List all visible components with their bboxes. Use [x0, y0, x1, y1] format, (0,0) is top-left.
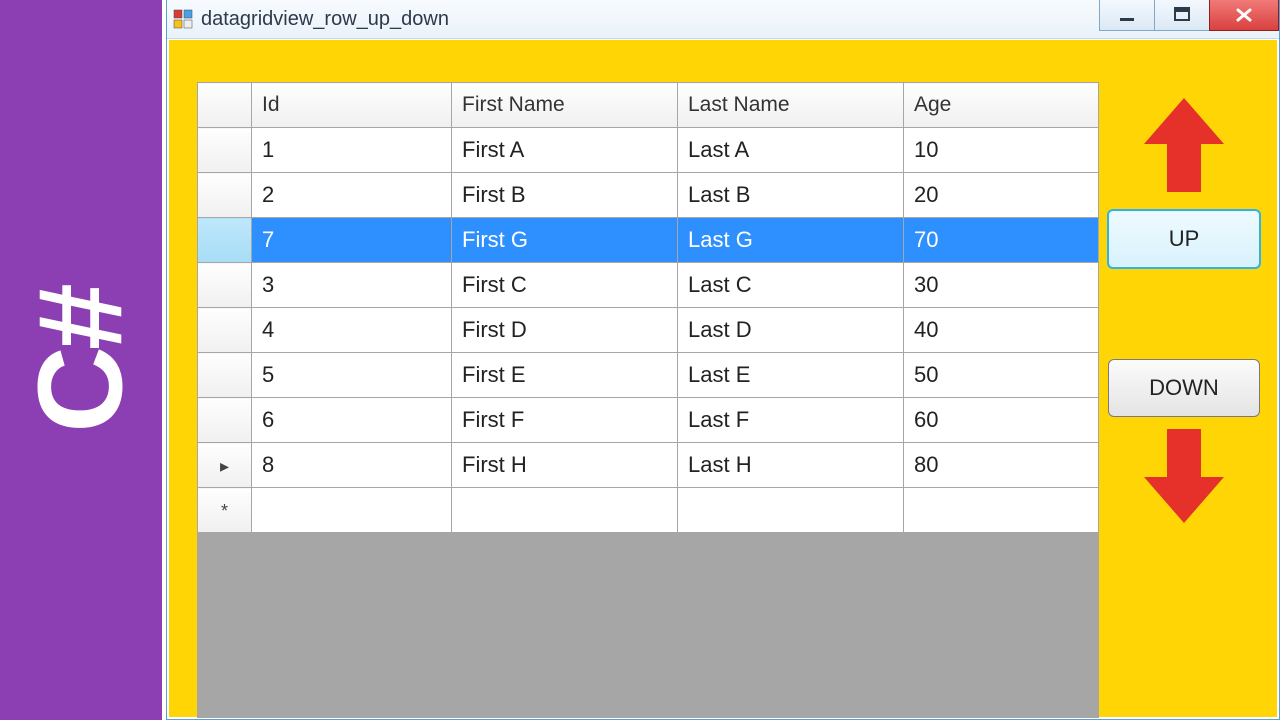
- row-header[interactable]: *: [198, 488, 252, 533]
- row-header[interactable]: [198, 173, 252, 218]
- table-row[interactable]: 1First ALast A10: [198, 128, 1099, 173]
- cell-age[interactable]: 20: [904, 173, 1099, 218]
- cell-last[interactable]: Last C: [678, 263, 904, 308]
- client-area: Id First Name Last Name Age 1First ALast…: [169, 40, 1277, 717]
- cell-age[interactable]: 10: [904, 128, 1099, 173]
- row-header[interactable]: [198, 263, 252, 308]
- datagrid[interactable]: Id First Name Last Name Age 1First ALast…: [197, 82, 1099, 718]
- maximize-icon: [1173, 6, 1191, 24]
- row-header[interactable]: [198, 353, 252, 398]
- row-header[interactable]: [198, 308, 252, 353]
- cell-last[interactable]: Last F: [678, 398, 904, 443]
- up-button[interactable]: UP: [1107, 209, 1261, 269]
- col-id[interactable]: Id: [252, 83, 452, 128]
- close-icon: [1233, 6, 1255, 24]
- cell-last[interactable]: Last D: [678, 308, 904, 353]
- row-header[interactable]: [198, 128, 252, 173]
- arrow-down-icon: [1139, 425, 1229, 530]
- down-button[interactable]: DOWN: [1108, 359, 1260, 417]
- arrow-up-icon: [1139, 96, 1229, 201]
- col-firstname[interactable]: First Name: [452, 83, 678, 128]
- table-row[interactable]: *: [198, 488, 1099, 533]
- cell-age[interactable]: 30: [904, 263, 1099, 308]
- cell-first[interactable]: First H: [452, 443, 678, 488]
- cell-age[interactable]: 40: [904, 308, 1099, 353]
- minimize-button[interactable]: [1099, 0, 1155, 31]
- cell-first[interactable]: First E: [452, 353, 678, 398]
- table-row[interactable]: 3First CLast C30: [198, 263, 1099, 308]
- cell-id[interactable]: 8: [252, 443, 452, 488]
- cell-last[interactable]: Last E: [678, 353, 904, 398]
- cell-id[interactable]: 7: [252, 218, 452, 263]
- col-lastname[interactable]: Last Name: [678, 83, 904, 128]
- banner-text: C#: [12, 287, 150, 432]
- header-row: Id First Name Last Name Age: [198, 83, 1099, 128]
- row-header[interactable]: [198, 218, 252, 263]
- close-button[interactable]: [1209, 0, 1279, 31]
- table-row[interactable]: 7First GLast G70: [198, 218, 1099, 263]
- cell-first[interactable]: [452, 488, 678, 533]
- cell-first[interactable]: First B: [452, 173, 678, 218]
- cell-last[interactable]: Last A: [678, 128, 904, 173]
- cell-first[interactable]: First F: [452, 398, 678, 443]
- cell-age[interactable]: [904, 488, 1099, 533]
- table-row[interactable]: 4First DLast D40: [198, 308, 1099, 353]
- cell-id[interactable]: 6: [252, 398, 452, 443]
- cell-id[interactable]: [252, 488, 452, 533]
- cell-first[interactable]: First C: [452, 263, 678, 308]
- cell-first[interactable]: First G: [452, 218, 678, 263]
- table-row[interactable]: 5First ELast E50: [198, 353, 1099, 398]
- cell-id[interactable]: 5: [252, 353, 452, 398]
- cell-age[interactable]: 70: [904, 218, 1099, 263]
- cell-last[interactable]: [678, 488, 904, 533]
- side-panel: UP DOWN: [1109, 88, 1259, 538]
- cell-id[interactable]: 4: [252, 308, 452, 353]
- cell-first[interactable]: First D: [452, 308, 678, 353]
- maximize-button[interactable]: [1154, 0, 1210, 31]
- row-header[interactable]: [198, 398, 252, 443]
- cell-age[interactable]: 80: [904, 443, 1099, 488]
- cell-id[interactable]: 2: [252, 173, 452, 218]
- cell-last[interactable]: Last B: [678, 173, 904, 218]
- titlebar[interactable]: datagridview_row_up_down: [167, 0, 1279, 39]
- app-window: datagridview_row_up_down Id: [166, 0, 1280, 720]
- col-age[interactable]: Age: [904, 83, 1099, 128]
- table-row[interactable]: 6First FLast F60: [198, 398, 1099, 443]
- window-controls: [1100, 0, 1279, 31]
- cell-last[interactable]: Last H: [678, 443, 904, 488]
- cell-id[interactable]: 3: [252, 263, 452, 308]
- row-header[interactable]: ▸: [198, 443, 252, 488]
- corner-header[interactable]: [198, 83, 252, 128]
- cell-id[interactable]: 1: [252, 128, 452, 173]
- cell-age[interactable]: 60: [904, 398, 1099, 443]
- cell-first[interactable]: First A: [452, 128, 678, 173]
- minimize-icon: [1118, 6, 1136, 24]
- window-title: datagridview_row_up_down: [201, 8, 449, 31]
- cell-age[interactable]: 50: [904, 353, 1099, 398]
- table-row[interactable]: ▸8First HLast H80: [198, 443, 1099, 488]
- language-banner: C#: [0, 0, 162, 720]
- cell-last[interactable]: Last G: [678, 218, 904, 263]
- app-icon: [173, 9, 193, 29]
- table-row[interactable]: 2First BLast B20: [198, 173, 1099, 218]
